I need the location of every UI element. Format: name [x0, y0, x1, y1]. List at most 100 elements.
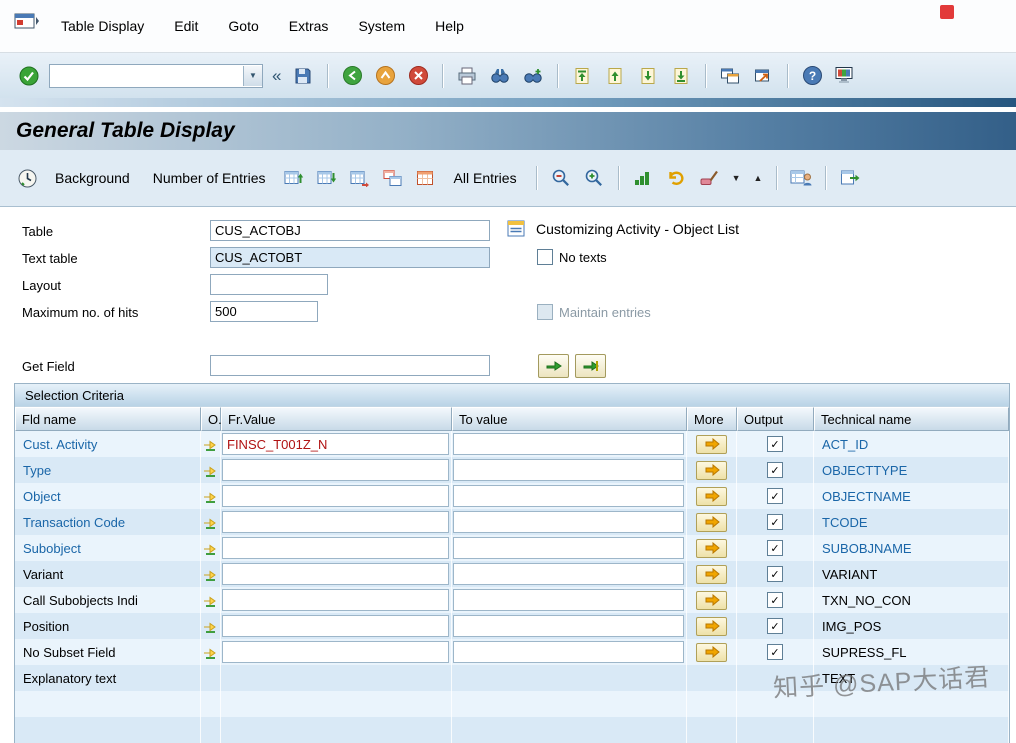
command-dropdown-icon[interactable]: [243, 65, 262, 86]
multiple-selection-button[interactable]: [696, 616, 727, 636]
output-checkbox[interactable]: [767, 566, 783, 582]
table-down-icon[interactable]: [314, 165, 340, 191]
from-value-input[interactable]: [222, 641, 449, 663]
sort-ascending-icon[interactable]: [630, 165, 656, 191]
to-value-input[interactable]: [453, 563, 684, 585]
column-header-option[interactable]: O.: [201, 407, 222, 431]
to-value-input[interactable]: [453, 485, 684, 507]
clear-selections-icon[interactable]: [696, 165, 722, 191]
to-value-input[interactable]: [453, 589, 684, 611]
from-value-input[interactable]: [222, 511, 449, 533]
selection-option-icon[interactable]: [203, 515, 218, 530]
multiple-selection-button[interactable]: [696, 460, 727, 480]
table-right-icon[interactable]: [347, 165, 373, 191]
field-name[interactable]: Transaction Code: [15, 509, 201, 535]
selection-option-icon[interactable]: [203, 541, 218, 556]
new-session-icon[interactable]: [717, 63, 743, 89]
field-name[interactable]: Subobject: [15, 535, 201, 561]
user-settings-icon[interactable]: [788, 165, 814, 191]
menu-extras[interactable]: Extras: [274, 11, 344, 41]
transfer-icon[interactable]: [837, 165, 863, 191]
selection-option-icon[interactable]: [203, 645, 218, 660]
output-checkbox[interactable]: [767, 462, 783, 478]
from-value-input[interactable]: [222, 615, 449, 637]
multiple-selection-button[interactable]: [696, 590, 727, 610]
last-page-icon[interactable]: [668, 63, 694, 89]
dropdown-arrow-icon[interactable]: ▼: [729, 173, 744, 183]
from-value-input[interactable]: [222, 537, 449, 559]
output-checkbox[interactable]: [767, 488, 783, 504]
to-value-input[interactable]: [453, 641, 684, 663]
multiple-selection-button[interactable]: [696, 512, 727, 532]
column-header-technical-name[interactable]: Technical name: [814, 407, 1009, 431]
customize-layout-icon[interactable]: [832, 63, 858, 89]
all-entries-icon[interactable]: [413, 165, 439, 191]
zoom-out-icon[interactable]: [548, 165, 574, 191]
selection-option-icon[interactable]: [203, 489, 218, 504]
to-value-input[interactable]: [453, 433, 684, 455]
layout-input[interactable]: [210, 274, 328, 295]
collapse-arrow-icon[interactable]: ▲: [751, 173, 766, 183]
field-name[interactable]: Variant: [15, 561, 201, 587]
first-page-icon[interactable]: [569, 63, 595, 89]
text-table-input[interactable]: [210, 247, 490, 268]
selection-option-icon[interactable]: [203, 619, 218, 634]
from-value-input[interactable]: [222, 485, 449, 507]
multiple-selection-button[interactable]: [696, 434, 727, 454]
page-up-icon[interactable]: [602, 63, 628, 89]
menu-help[interactable]: Help: [420, 11, 479, 41]
help-icon[interactable]: ?: [799, 63, 825, 89]
table-up-icon[interactable]: [281, 165, 307, 191]
field-name[interactable]: Call Subobjects Indi: [15, 587, 201, 613]
selection-option-icon[interactable]: [203, 463, 218, 478]
from-value-input[interactable]: [222, 589, 449, 611]
column-header-output[interactable]: Output: [737, 407, 814, 431]
all-entries-button[interactable]: All Entries: [446, 168, 525, 188]
output-checkbox[interactable]: [767, 540, 783, 556]
tables-merge-icon[interactable]: [380, 165, 406, 191]
print-button[interactable]: [454, 63, 480, 89]
selection-option-icon[interactable]: [203, 593, 218, 608]
field-name[interactable]: No Subset Field: [15, 639, 201, 665]
from-value-input[interactable]: [222, 433, 449, 455]
to-value-input[interactable]: [453, 511, 684, 533]
get-field-next-icon[interactable]: [575, 354, 606, 378]
output-checkbox[interactable]: [767, 436, 783, 452]
multiple-selection-button[interactable]: [696, 564, 727, 584]
column-header-fld-name[interactable]: Fld name: [15, 407, 201, 431]
find-icon[interactable]: [487, 63, 513, 89]
menu-system[interactable]: System: [343, 11, 420, 41]
number-of-entries-button[interactable]: Number of Entries: [145, 168, 274, 188]
undo-icon[interactable]: [663, 165, 689, 191]
get-field-insert-icon[interactable]: [538, 354, 569, 378]
to-value-input[interactable]: [453, 537, 684, 559]
command-input[interactable]: [50, 66, 243, 85]
column-header-more[interactable]: More: [687, 407, 737, 431]
page-down-icon[interactable]: [635, 63, 661, 89]
collapse-toolbar-icon[interactable]: [270, 66, 283, 86]
find-next-icon[interactable]: [520, 63, 546, 89]
output-checkbox[interactable]: [767, 644, 783, 660]
table-input[interactable]: [210, 220, 490, 241]
field-name[interactable]: Object: [15, 483, 201, 509]
multiple-selection-button[interactable]: [696, 538, 727, 558]
enter-button[interactable]: [16, 63, 42, 89]
field-name[interactable]: Explanatory text: [15, 665, 201, 691]
column-header-from-value[interactable]: Fr.Value: [221, 407, 452, 431]
field-name[interactable]: Position: [15, 613, 201, 639]
window-menu-icon[interactable]: [14, 12, 40, 32]
menu-goto[interactable]: Goto: [213, 11, 273, 41]
zoom-in-icon[interactable]: [581, 165, 607, 191]
no-texts-checkbox[interactable]: [537, 249, 553, 265]
get-field-input[interactable]: [210, 355, 490, 376]
output-checkbox[interactable]: [767, 618, 783, 634]
selection-option-icon[interactable]: [203, 567, 218, 582]
from-value-input[interactable]: [222, 459, 449, 481]
save-button[interactable]: [290, 63, 316, 89]
clock-icon[interactable]: [14, 165, 40, 191]
multiple-selection-button[interactable]: [696, 486, 727, 506]
sap-shortcut-icon[interactable]: [750, 63, 776, 89]
menu-edit[interactable]: Edit: [159, 11, 213, 41]
to-value-input[interactable]: [453, 615, 684, 637]
selection-option-icon[interactable]: [203, 437, 218, 452]
